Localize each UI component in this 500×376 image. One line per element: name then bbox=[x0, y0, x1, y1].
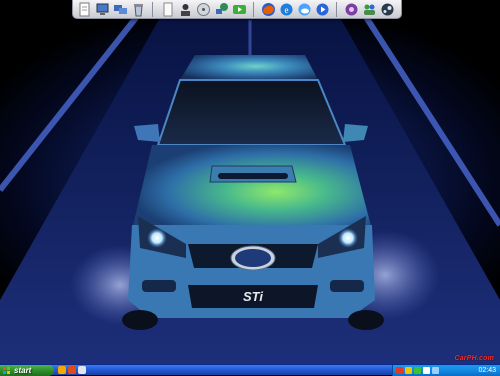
taskbar: start 02:43 bbox=[0, 364, 500, 376]
start-label: start bbox=[14, 365, 32, 375]
fog-light-right bbox=[330, 280, 364, 292]
internet-explorer-icon[interactable]: e bbox=[279, 2, 294, 17]
wheel-right bbox=[348, 310, 384, 330]
messenger-icon[interactable] bbox=[362, 2, 377, 17]
gallery-icon[interactable] bbox=[344, 2, 359, 17]
steam-icon[interactable] bbox=[380, 2, 395, 17]
headlight-right-lamp bbox=[338, 228, 358, 248]
network-icon[interactable] bbox=[113, 2, 128, 17]
sti-badge: STi bbox=[243, 289, 263, 304]
network-places-icon[interactable] bbox=[214, 2, 229, 17]
tray-update-icon[interactable] bbox=[432, 367, 439, 374]
tray-messenger-icon[interactable] bbox=[414, 367, 421, 374]
headlight-left-lamp bbox=[147, 228, 167, 248]
desktop-wallpaper: STi bbox=[0, 0, 500, 364]
quicklaunch-folder-icon[interactable] bbox=[58, 366, 66, 374]
car-windshield bbox=[156, 79, 347, 146]
wallpaper-art: STi bbox=[0, 0, 500, 364]
firefox-icon[interactable] bbox=[261, 2, 276, 17]
mirror-left bbox=[134, 124, 160, 142]
taskbar-clock[interactable]: 02:43 bbox=[478, 366, 496, 376]
top-dock: e bbox=[72, 0, 402, 19]
quick-launch bbox=[58, 366, 88, 375]
svg-text:e: e bbox=[284, 5, 288, 15]
car-roof bbox=[180, 55, 318, 80]
wheel-left bbox=[122, 310, 158, 330]
system-tray: 02:43 bbox=[392, 365, 500, 376]
tray-network-icon[interactable] bbox=[405, 367, 412, 374]
weather-icon[interactable] bbox=[297, 2, 312, 17]
watermark-text: CarPH.com bbox=[454, 355, 494, 362]
text-file-icon[interactable] bbox=[160, 2, 175, 17]
quicklaunch-firefox-icon[interactable] bbox=[68, 366, 76, 374]
recycle-bin-icon[interactable] bbox=[131, 2, 146, 17]
dock-separator bbox=[253, 1, 254, 17]
quicklaunch-app-icon[interactable] bbox=[78, 366, 86, 374]
dock-separator bbox=[152, 1, 153, 17]
dock-separator bbox=[336, 1, 337, 17]
car-hood bbox=[132, 145, 372, 230]
user-folder-icon[interactable] bbox=[178, 2, 193, 17]
document-icon[interactable] bbox=[77, 2, 92, 17]
fog-light-left bbox=[142, 280, 176, 292]
windows-flag-icon bbox=[3, 366, 11, 375]
disc-drive-icon[interactable] bbox=[196, 2, 211, 17]
start-button[interactable]: start bbox=[0, 365, 54, 376]
hood-scoop-opening bbox=[218, 173, 288, 179]
media-icon[interactable] bbox=[232, 2, 247, 17]
tray-volume-icon[interactable] bbox=[423, 367, 430, 374]
media-player-icon[interactable] bbox=[315, 2, 330, 17]
my-computer-icon[interactable] bbox=[95, 2, 110, 17]
tray-antivirus-icon[interactable] bbox=[396, 367, 403, 374]
subaru-emblem-inner bbox=[235, 249, 271, 267]
